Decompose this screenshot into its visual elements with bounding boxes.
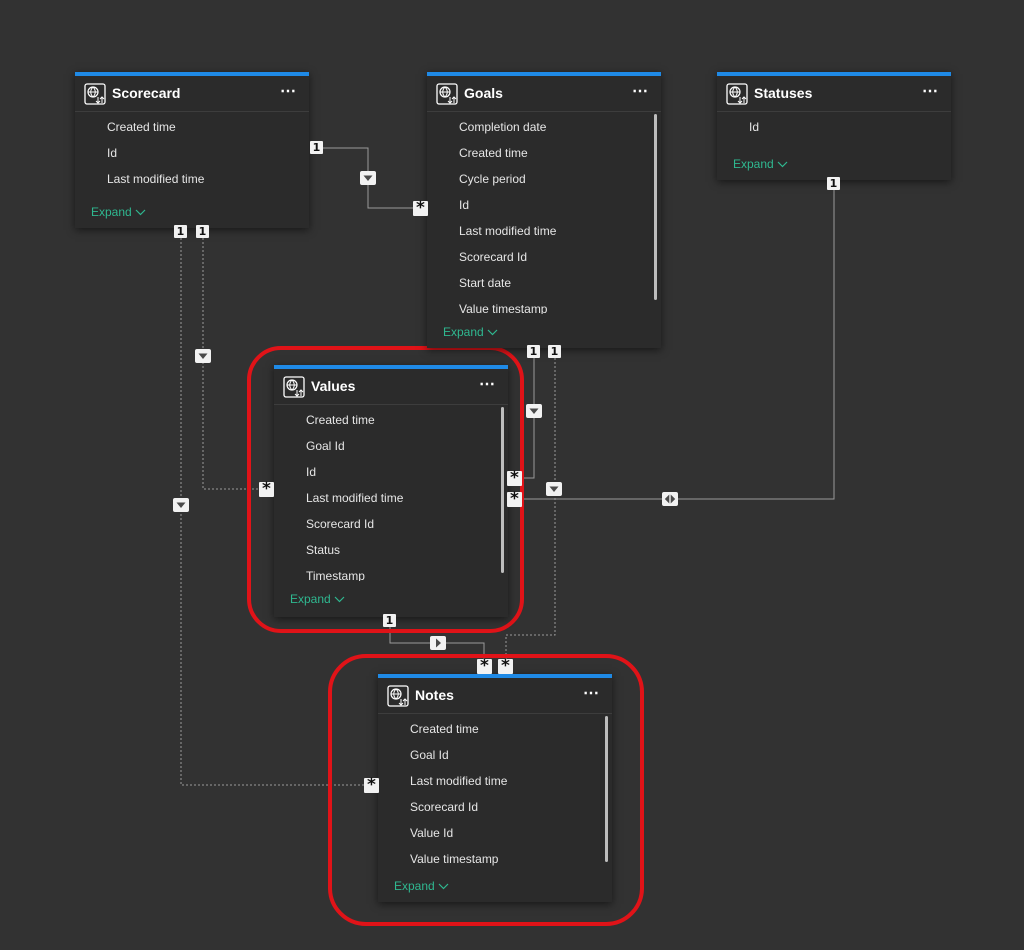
filter-direction-down-icon[interactable] [526, 404, 542, 418]
field-list: Created time Goal Id Id Last modified ti… [274, 405, 508, 581]
filter-direction-down-icon[interactable] [195, 349, 211, 363]
field-completion-date[interactable]: Completion date [427, 114, 661, 140]
globe-refresh-icon [436, 83, 458, 105]
expand-label: Expand [443, 325, 484, 339]
globe-refresh-icon [283, 376, 305, 398]
expand-label: Expand [733, 157, 774, 171]
filter-direction-down-icon[interactable] [546, 482, 562, 496]
expand-label: Expand [394, 879, 435, 893]
scrollbar[interactable] [605, 716, 608, 862]
filter-direction-both-icon[interactable] [662, 492, 678, 506]
field-scorecard-id[interactable]: Scorecard Id [274, 511, 508, 537]
field-scorecard-id[interactable]: Scorecard Id [427, 244, 661, 270]
field-id[interactable]: Id [717, 114, 951, 140]
field-last-modified-time[interactable]: Last modified time [75, 166, 309, 192]
table-title: Statuses [754, 85, 813, 101]
table-card-values[interactable]: Values ⋯ Created time Goal Id Id Last mo… [274, 365, 508, 617]
table-title: Goals [464, 85, 503, 101]
filter-direction-right-icon[interactable] [430, 636, 446, 650]
filter-direction-down-icon[interactable] [360, 171, 376, 185]
cardinality-many-badge: * [364, 777, 379, 794]
table-header[interactable]: Scorecard ⋯ [75, 76, 309, 112]
field-created-time[interactable]: Created time [274, 407, 508, 433]
expand-button[interactable]: Expand [394, 879, 449, 893]
cardinality-many-badge: * [507, 470, 522, 487]
expand-button[interactable]: Expand [290, 592, 345, 606]
cardinality-one-badge: 1 [827, 177, 840, 190]
field-id[interactable]: Id [427, 192, 661, 218]
table-card-notes[interactable]: Notes ⋯ Created time Goal Id Last modifi… [378, 674, 612, 902]
table-header[interactable]: Notes ⋯ [378, 678, 612, 714]
cardinality-one-badge: 1 [196, 225, 209, 238]
expand-button[interactable]: Expand [443, 325, 498, 339]
table-card-scorecard[interactable]: Scorecard ⋯ Created time Id Last modifie… [75, 72, 309, 228]
more-options-icon[interactable]: ⋯ [922, 81, 939, 101]
field-id[interactable]: Id [75, 140, 309, 166]
chevron-down-icon [334, 596, 345, 603]
chevron-down-icon [438, 883, 449, 890]
field-id[interactable]: Id [274, 459, 508, 485]
expand-label: Expand [290, 592, 331, 606]
cardinality-one-badge: 1 [310, 141, 323, 154]
table-header[interactable]: Goals ⋯ [427, 76, 661, 112]
more-options-icon[interactable]: ⋯ [479, 374, 496, 394]
field-cycle-period[interactable]: Cycle period [427, 166, 661, 192]
field-goal-id[interactable]: Goal Id [274, 433, 508, 459]
cardinality-one-badge: 1 [383, 614, 396, 627]
field-list: Id [717, 112, 951, 140]
field-start-date[interactable]: Start date [427, 270, 661, 296]
more-options-icon[interactable]: ⋯ [583, 683, 600, 703]
field-goal-id[interactable]: Goal Id [378, 742, 612, 768]
scrollbar[interactable] [501, 407, 504, 573]
chevron-down-icon [777, 161, 788, 168]
filter-direction-down-icon[interactable] [173, 498, 189, 512]
cardinality-many-badge: * [507, 491, 522, 508]
expand-label: Expand [91, 205, 132, 219]
globe-refresh-icon [726, 83, 748, 105]
field-value-timestamp[interactable]: Value timestamp [427, 296, 661, 314]
cardinality-many-badge: * [498, 658, 513, 675]
more-options-icon[interactable]: ⋯ [632, 81, 649, 101]
field-scorecard-id[interactable]: Scorecard Id [378, 794, 612, 820]
table-title: Notes [415, 687, 454, 703]
cardinality-many-badge: * [477, 658, 492, 675]
cardinality-many-badge: * [413, 200, 428, 217]
field-created-time[interactable]: Created time [427, 140, 661, 166]
field-timestamp[interactable]: Timestamp [274, 563, 508, 581]
more-options-icon[interactable]: ⋯ [280, 81, 297, 101]
table-header[interactable]: Values ⋯ [274, 369, 508, 405]
chevron-down-icon [135, 209, 146, 216]
table-title: Scorecard [112, 85, 181, 101]
globe-refresh-icon [387, 685, 409, 707]
table-header[interactable]: Statuses ⋯ [717, 76, 951, 112]
cardinality-one-badge: 1 [174, 225, 187, 238]
field-created-time[interactable]: Created time [378, 716, 612, 742]
cardinality-one-badge: 1 [548, 345, 561, 358]
expand-button[interactable]: Expand [733, 157, 788, 171]
table-card-goals[interactable]: Goals ⋯ Completion date Created time Cyc… [427, 72, 661, 348]
field-value-id[interactable]: Value Id [378, 820, 612, 846]
table-title: Values [311, 378, 356, 394]
field-status[interactable]: Status [274, 537, 508, 563]
field-last-modified-time[interactable]: Last modified time [427, 218, 661, 244]
field-list: Completion date Created time Cycle perio… [427, 112, 661, 314]
scrollbar[interactable] [654, 114, 657, 300]
field-last-modified-time[interactable]: Last modified time [378, 768, 612, 794]
field-list: Created time Goal Id Last modified time … [378, 714, 612, 874]
cardinality-many-badge: * [259, 481, 274, 498]
chevron-down-icon [487, 329, 498, 336]
expand-button[interactable]: Expand [91, 205, 146, 219]
table-card-statuses[interactable]: Statuses ⋯ Id Expand [717, 72, 951, 180]
field-value-timestamp[interactable]: Value timestamp [378, 846, 612, 872]
globe-refresh-icon [84, 83, 106, 105]
cardinality-one-badge: 1 [527, 345, 540, 358]
field-last-modified-time[interactable]: Last modified time [274, 485, 508, 511]
field-created-time[interactable]: Created time [75, 114, 309, 140]
field-list: Created time Id Last modified time [75, 112, 309, 192]
